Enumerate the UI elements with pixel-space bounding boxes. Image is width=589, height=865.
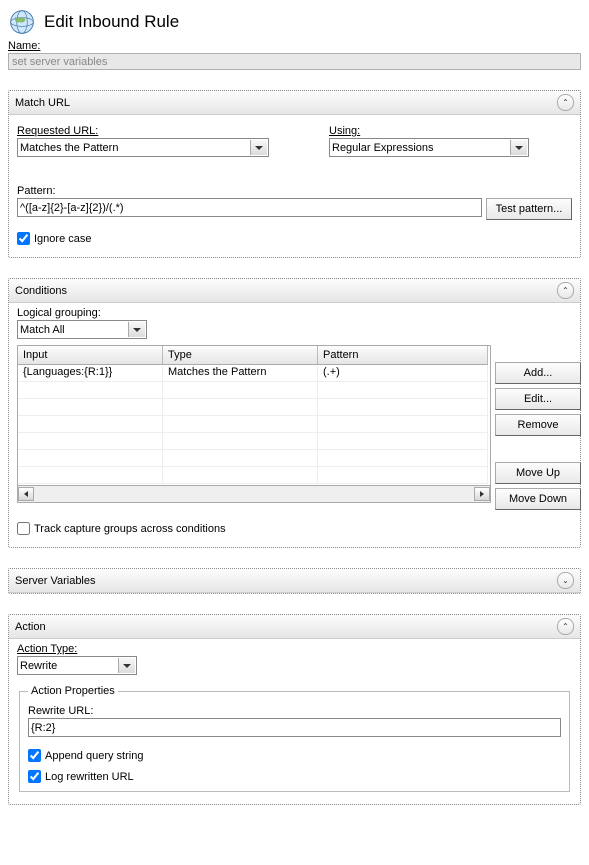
table-row <box>18 399 490 416</box>
append-qs-checkbox[interactable] <box>28 749 41 762</box>
chevron-up-icon: ⌃ <box>562 99 569 107</box>
scroll-right-icon[interactable] <box>474 487 490 501</box>
rewrite-url-label: Rewrite URL: <box>28 705 561 717</box>
action-section: Action ⌃ Action Type: Rewrite Action Pro… <box>8 614 581 805</box>
logical-grouping-label: Logical grouping: <box>17 307 147 319</box>
scroll-left-icon[interactable] <box>18 487 34 501</box>
track-capture-label: Track capture groups across conditions <box>34 523 226 535</box>
table-row <box>18 467 490 484</box>
table-row <box>18 450 490 467</box>
logical-grouping-select[interactable]: Match All <box>17 320 147 339</box>
add-button[interactable]: Add... <box>495 362 581 384</box>
col-header-pattern[interactable]: Pattern <box>318 346 488 365</box>
using-select[interactable]: Regular Expressions <box>329 138 529 157</box>
name-input[interactable] <box>8 53 581 70</box>
page-title: Edit Inbound Rule <box>44 12 179 32</box>
col-header-input[interactable]: Input <box>18 346 163 365</box>
requested-url-select[interactable]: Matches the Pattern <box>17 138 269 157</box>
table-row[interactable]: {Languages:{R:1}} Matches the Pattern (.… <box>18 365 490 382</box>
logical-grouping-value: Match All <box>20 324 65 336</box>
cell-type: Matches the Pattern <box>163 365 318 382</box>
append-qs-label: Append query string <box>45 750 143 762</box>
collapse-button[interactable]: ⌃ <box>557 618 574 635</box>
test-pattern-button[interactable]: Test pattern... <box>486 198 572 220</box>
dropdown-arrow-icon <box>128 322 145 337</box>
ignore-case-checkbox[interactable] <box>17 232 30 245</box>
track-capture-checkbox[interactable] <box>17 522 30 535</box>
log-rewritten-checkbox[interactable] <box>28 770 41 783</box>
dropdown-arrow-icon <box>118 658 135 673</box>
using-label: Using: <box>329 125 529 137</box>
move-down-button[interactable]: Move Down <box>495 488 581 510</box>
ignore-case-label: Ignore case <box>34 233 91 245</box>
dropdown-arrow-icon <box>250 140 267 155</box>
table-row <box>18 433 490 450</box>
collapse-button[interactable]: ⌃ <box>557 94 574 111</box>
log-rewritten-label: Log rewritten URL <box>45 771 134 783</box>
pattern-input[interactable] <box>17 198 482 217</box>
rewrite-url-input[interactable] <box>28 718 561 737</box>
action-properties-group: Action Properties Rewrite URL: Append qu… <box>19 685 570 792</box>
conditions-section: Conditions ⌃ Logical grouping: Match All… <box>8 278 581 548</box>
action-properties-legend: Action Properties <box>28 685 118 697</box>
requested-url-label: Requested URL: <box>17 125 269 137</box>
server-variables-section: Server Variables ⌄ <box>8 568 581 594</box>
action-type-select[interactable]: Rewrite <box>17 656 137 675</box>
move-up-button[interactable]: Move Up <box>495 462 581 484</box>
requested-url-value: Matches the Pattern <box>20 142 118 154</box>
section-title-action: Action <box>15 621 46 633</box>
action-type-label: Action Type: <box>17 643 137 655</box>
match-url-section: Match URL ⌃ Requested URL: Matches the P… <box>8 90 581 258</box>
table-row <box>18 382 490 399</box>
remove-button[interactable]: Remove <box>495 414 581 436</box>
name-label: Name: <box>8 40 581 52</box>
pattern-label: Pattern: <box>17 185 572 197</box>
collapse-button[interactable]: ⌃ <box>557 282 574 299</box>
cell-pattern: (.+) <box>318 365 488 382</box>
section-title-conditions: Conditions <box>15 285 67 297</box>
section-title-server-vars: Server Variables <box>15 575 96 587</box>
action-type-value: Rewrite <box>20 660 57 672</box>
expand-button[interactable]: ⌄ <box>557 572 574 589</box>
edit-button[interactable]: Edit... <box>495 388 581 410</box>
chevron-down-icon: ⌄ <box>562 577 569 585</box>
using-value: Regular Expressions <box>332 142 434 154</box>
conditions-table[interactable]: Input Type Pattern {Languages:{R:1}} Mat… <box>17 345 491 503</box>
dropdown-arrow-icon <box>510 140 527 155</box>
chevron-up-icon: ⌃ <box>562 287 569 295</box>
table-row <box>18 416 490 433</box>
chevron-up-icon: ⌃ <box>562 623 569 631</box>
col-header-type[interactable]: Type <box>163 346 318 365</box>
horizontal-scrollbar[interactable] <box>18 485 490 502</box>
cell-input: {Languages:{R:1}} <box>18 365 163 382</box>
globe-icon <box>8 8 36 36</box>
section-title-match-url: Match URL <box>15 97 70 109</box>
